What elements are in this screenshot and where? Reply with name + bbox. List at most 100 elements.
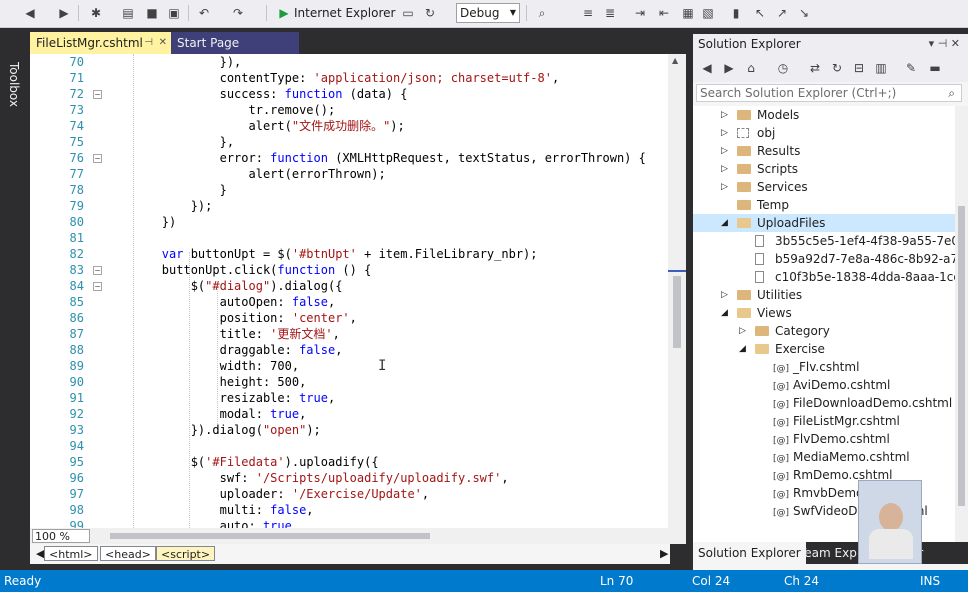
back-arrow-icon[interactable]: ◀	[22, 5, 38, 21]
refresh-icon[interactable]: ↻	[829, 60, 845, 76]
toolbox-label[interactable]: Toolbox	[7, 62, 21, 107]
code-editor[interactable]: 70 71 72 73 74 75 76 77 78 79 80 81 82 83 84 85 86 87 88 89…	[30, 54, 686, 528]
tree-scroll-thumb[interactable]	[958, 206, 965, 506]
scroll-up-icon[interactable]: ▲	[672, 56, 678, 65]
save-icon[interactable]: ■	[144, 5, 160, 21]
breadcrumb-item[interactable]: <html>	[44, 546, 98, 561]
bookmark-prev-icon[interactable]: ↖	[752, 5, 768, 21]
tree-item-label: Scripts	[757, 162, 799, 176]
tree-item[interactable]: ◢ Views	[693, 304, 955, 322]
collapse-toggle-icon[interactable]: −	[93, 266, 102, 275]
tree-item[interactable]: [@] FlvDemo.cshtml	[693, 430, 955, 448]
collapse-toggle-icon[interactable]: −	[93, 154, 102, 163]
tree-item[interactable]: ▷ Utilities	[693, 286, 955, 304]
collapse-toggle-icon[interactable]: −	[93, 282, 102, 291]
tab-label: Start Page	[177, 36, 240, 50]
tree-item[interactable]: ◢ UploadFiles	[693, 214, 955, 232]
breadcrumb: ◀ <html> <head> <script> ▶	[30, 544, 670, 564]
sync-icon[interactable]: ⇄	[807, 60, 823, 76]
solution-search-input[interactable]: Search Solution Explorer (Ctrl+;) ⌕	[696, 84, 962, 102]
tree-item[interactable]: ▷ Category	[693, 322, 955, 340]
find-icon[interactable]: ⌕	[534, 5, 550, 21]
collapse-arrow-icon[interactable]: ◢	[721, 304, 731, 322]
config-dropdown[interactable]: Debug ▼	[456, 3, 520, 23]
tree-item[interactable]: Temp	[693, 196, 955, 214]
tree-item[interactable]: ▷ Models	[693, 106, 955, 124]
tab-start-page[interactable]: Start Page	[171, 32, 299, 54]
tree-item[interactable]: [@] AviDemo.cshtml	[693, 376, 955, 394]
collapse-all-icon[interactable]: ⊟	[851, 60, 867, 76]
tree-item[interactable]: ▷ Scripts	[693, 160, 955, 178]
expand-arrow-icon[interactable]: ▷	[721, 178, 731, 196]
scroll-thumb[interactable]	[673, 276, 681, 348]
file-icon	[755, 271, 764, 283]
comment-icon[interactable]: ▦	[680, 5, 696, 21]
tree-item[interactable]: [@] FileListMgr.cshtml	[693, 412, 955, 430]
run-play-icon[interactable]: ▶	[276, 5, 292, 21]
scroll-position-marker	[668, 270, 686, 272]
bookmark-icon[interactable]: ▮	[728, 5, 744, 21]
show-all-files-icon[interactable]: ▥	[873, 60, 889, 76]
outdent-icon[interactable]: ⇤	[656, 5, 672, 21]
open-folder-icon[interactable]: ▤	[120, 5, 136, 21]
tree-item[interactable]: ▷ Results	[693, 142, 955, 160]
redo-icon[interactable]: ↷	[230, 5, 246, 21]
bookmark-next-icon[interactable]: ↗	[774, 5, 790, 21]
expand-arrow-icon[interactable]: ▷	[739, 322, 749, 340]
expand-arrow-icon[interactable]: ▷	[721, 286, 731, 304]
tree-item[interactable]: 3b55c5e5-1ef4-4f38-9a55-7e0efl	[693, 232, 955, 250]
status-column: Col 24	[692, 574, 731, 588]
folder-icon	[755, 344, 769, 354]
home-icon[interactable]: ⌂	[743, 60, 759, 76]
zoom-dropdown[interactable]: 100 %	[32, 529, 90, 543]
horizontal-scroll-thumb[interactable]	[110, 533, 430, 539]
collapse-arrow-icon[interactable]: ◢	[721, 214, 731, 232]
uncomment-icon[interactable]: ▧	[700, 5, 716, 21]
run-target-label[interactable]: Internet Explorer	[294, 4, 395, 22]
bookmark-clear-icon[interactable]: ↘	[796, 5, 812, 21]
panel-window-controls[interactable]: ▾ ⊣ ✕	[929, 34, 960, 54]
refresh-icon[interactable]: ↻	[422, 5, 438, 21]
close-icon[interactable]: ✕	[159, 32, 167, 54]
preview-icon[interactable]: ▬	[927, 60, 943, 76]
forward-icon[interactable]: ▶	[721, 60, 737, 76]
expand-arrow-icon[interactable]: ▷	[721, 124, 731, 142]
indent-icon[interactable]: ⇥	[632, 5, 648, 21]
code-line: resizable: true,	[104, 391, 336, 405]
expand-arrow-icon[interactable]: ▷	[721, 142, 731, 160]
properties-icon[interactable]: ✎	[903, 60, 919, 76]
save-all-icon[interactable]: ▣	[166, 5, 182, 21]
tree-item[interactable]: c10f3b5e-1838-4dda-8aaa-1cd1	[693, 268, 955, 286]
forward-arrow-icon[interactable]: ▶	[56, 5, 72, 21]
format-icon[interactable]: ≣	[602, 5, 618, 21]
code-line: success: function (data) {	[104, 87, 408, 101]
pin-icon[interactable]: ⊣	[144, 32, 153, 54]
browser-link-icon[interactable]: ▭	[400, 5, 416, 21]
undo-icon[interactable]: ↶	[196, 5, 212, 21]
tree-item[interactable]: ▷ Services	[693, 178, 955, 196]
tree-item[interactable]: [@] FileDownloadDemo.cshtml	[693, 394, 955, 412]
collapse-arrow-icon[interactable]: ◢	[739, 340, 749, 358]
tree-scrollbar[interactable]	[955, 106, 968, 550]
new-project-icon[interactable]: ✱	[88, 5, 104, 21]
tab-filelistmgr[interactable]: FileListMgr.cshtml ⊣ ✕	[30, 32, 171, 54]
search-icon[interactable]: ⌕	[948, 85, 955, 101]
tree-item[interactable]: b59a92d7-7e8a-486c-8b92-a7a3	[693, 250, 955, 268]
tree-item[interactable]: ◢ Exercise	[693, 340, 955, 358]
align-icon[interactable]: ≡	[580, 5, 596, 21]
expand-arrow-icon[interactable]: ▷	[721, 106, 731, 124]
breadcrumb-item[interactable]: <script>	[156, 546, 216, 561]
breadcrumb-right-icon[interactable]: ▶	[656, 546, 672, 561]
tree-item[interactable]: [@] MediaMemo.cshtml	[693, 448, 955, 466]
history-icon[interactable]: ◷	[775, 60, 791, 76]
back-icon[interactable]: ◀	[699, 60, 715, 76]
collapse-toggle-icon[interactable]: −	[93, 90, 102, 99]
toolbox-strip[interactable]: Toolbox	[0, 28, 28, 570]
editor-vertical-scrollbar[interactable]: ▲	[668, 54, 686, 528]
tree-item-label: c10f3b5e-1838-4dda-8aaa-1cd1	[775, 270, 955, 284]
breadcrumb-item[interactable]: <head>	[100, 546, 156, 561]
tree-item[interactable]: ▷ obj	[693, 124, 955, 142]
tab-solution-explorer[interactable]: Solution Explorer	[693, 542, 806, 564]
expand-arrow-icon[interactable]: ▷	[721, 160, 731, 178]
tree-item[interactable]: [@] _Flv.cshtml	[693, 358, 955, 376]
